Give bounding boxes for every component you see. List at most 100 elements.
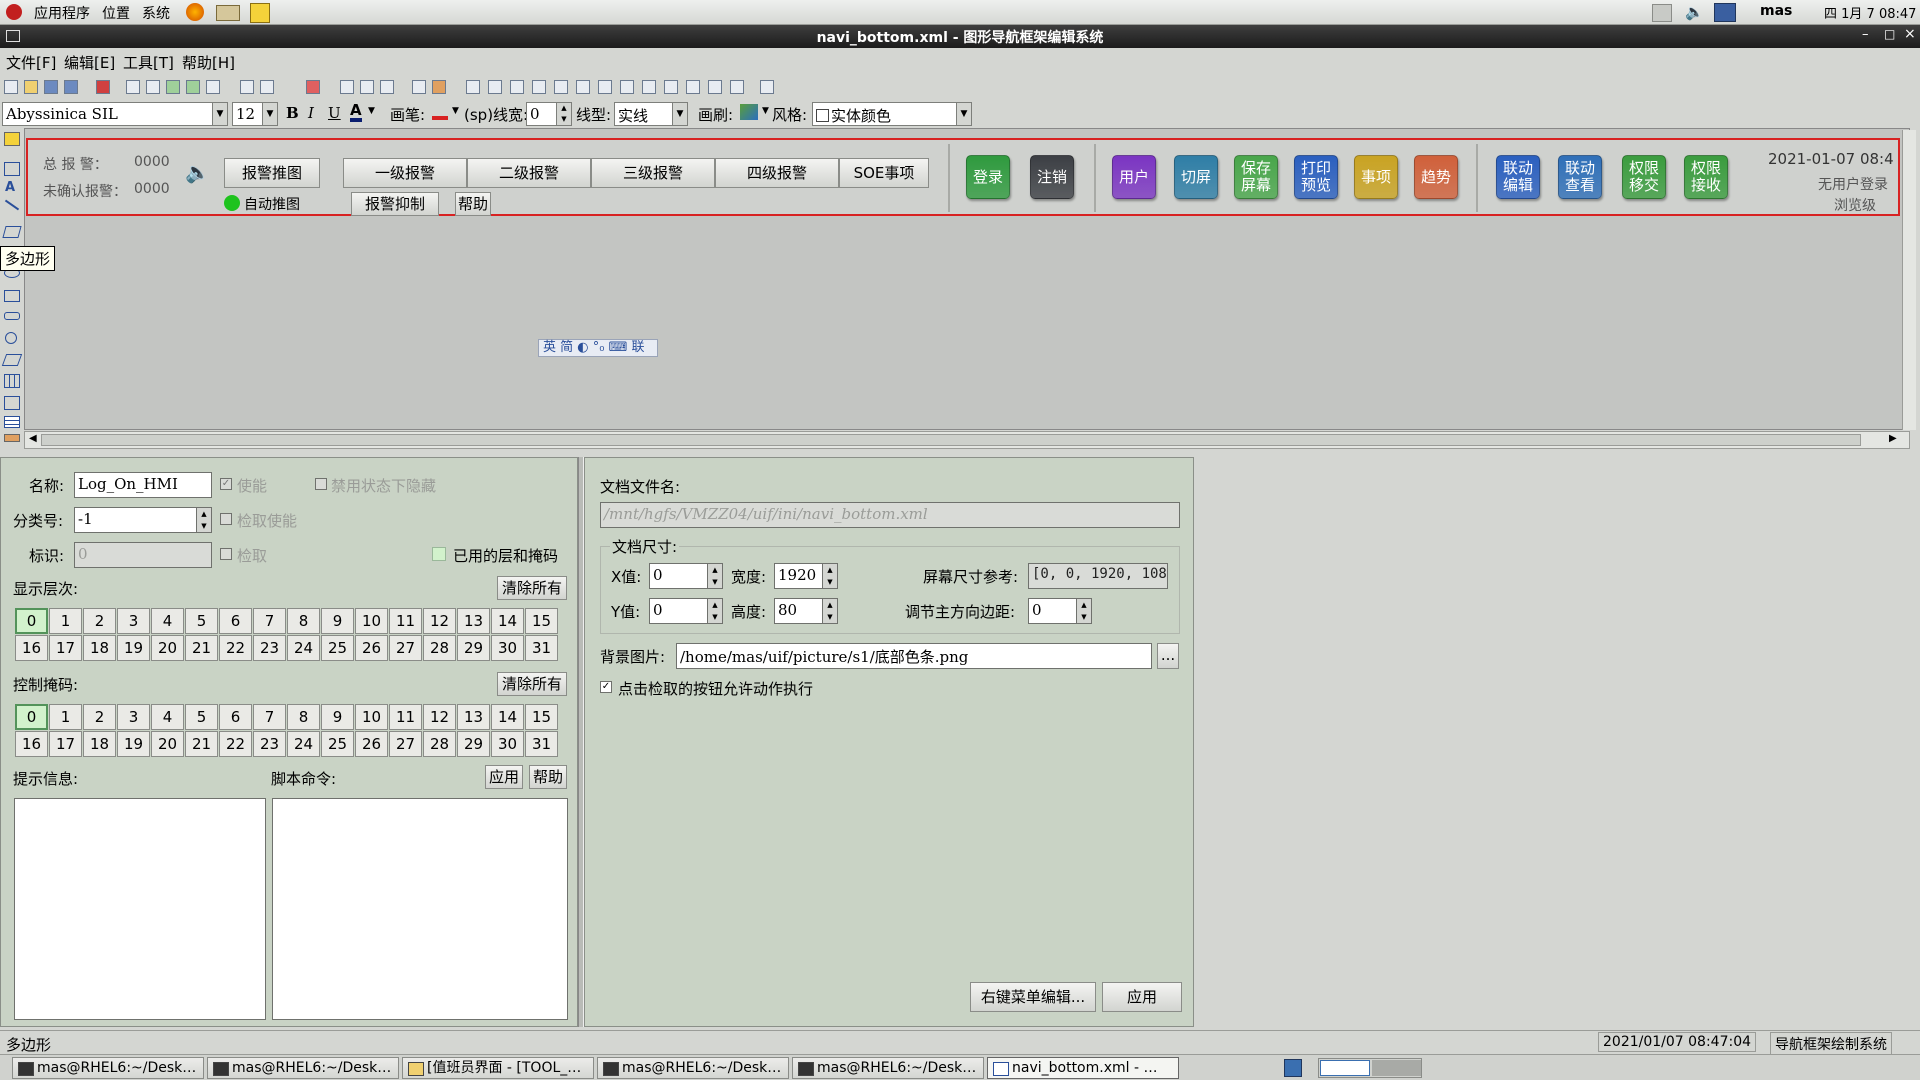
new-file-icon[interactable] [4,80,18,94]
mask-cell-30[interactable]: 30 [491,731,524,757]
table-tool-icon[interactable] [4,416,20,428]
underline-button[interactable]: U [328,104,341,122]
group-icon[interactable] [166,80,180,94]
task-operator-ui[interactable]: [值班员界面 - [TOOL_… [402,1057,594,1079]
script-help-button[interactable]: 帮助 [529,765,567,789]
show-desktop-icon[interactable] [1284,1059,1302,1077]
font-family-select[interactable]: Abyssinica SIL ▼ [2,102,228,126]
permission-receive-button[interactable]: 权限接收 [1684,155,1728,199]
context-menu-edit-button[interactable]: 右键菜单编辑... [970,982,1096,1012]
alarm-help-button[interactable]: 帮助 [455,192,491,216]
switch-screen-button[interactable]: 切屏 [1174,155,1218,199]
close-icon[interactable]: × [1904,26,1916,42]
volume-icon[interactable]: 🔈 [1685,3,1704,21]
spinner-arrows-icon[interactable]: ▲ ▼ [822,599,837,623]
layer-cell-23[interactable]: 23 [253,635,286,661]
mask-cell-31[interactable]: 31 [525,731,558,757]
events-button[interactable]: 事项 [1354,155,1398,199]
mask-cell-4[interactable]: 4 [151,704,184,730]
rectangle-tool-icon[interactable] [4,290,20,302]
line-tool-icon[interactable] [4,199,20,211]
canvas-horizontal-scrollbar[interactable]: ◀ ▶ [24,431,1910,449]
save-icon[interactable] [44,80,58,94]
fill-style-select[interactable]: 实体颜色 ▼ [812,102,972,126]
level3-alarm-button[interactable]: 三级报警 [591,158,715,188]
layer-cell-29[interactable]: 29 [457,635,490,661]
text-color-arrow-icon[interactable]: ▼ [368,106,375,116]
firefox-icon[interactable] [186,3,204,21]
mask-cell-3[interactable]: 3 [117,704,150,730]
layer-cell-4[interactable]: 4 [151,608,184,634]
mask-cell-23[interactable]: 23 [253,731,286,757]
layer-cell-11[interactable]: 11 [389,608,422,634]
mask-cell-18[interactable]: 18 [83,731,116,757]
layer-cell-13[interactable]: 13 [457,608,490,634]
alarm-push-button[interactable]: 报警推图 [224,158,320,188]
soe-events-button[interactable]: SOE事项 [839,158,929,188]
scrollbar-thumb[interactable] [41,434,1861,446]
clock[interactable]: 四 1月 7 08:47 [1824,3,1916,22]
notes-icon[interactable] [250,3,270,23]
alarm-suppress-button[interactable]: 报警抑制 [351,192,439,216]
mask-cell-5[interactable]: 5 [185,704,218,730]
canvas-vertical-scrollbar[interactable] [1902,130,1916,430]
task-terminal-4[interactable]: mas@RHEL6:~/Desk… [792,1057,984,1079]
script-command-textarea[interactable] [272,798,568,1020]
class-number-spinner[interactable]: -1 ▲ ▼ [74,507,212,533]
grid-icon[interactable] [412,80,426,94]
minimize-icon[interactable]: – [1862,27,1869,42]
task-terminal-3[interactable]: mas@RHEL6:~/Desk… [597,1057,789,1079]
hide-when-disabled-checkbox[interactable] [315,478,327,490]
workspace-1[interactable] [1320,1060,1370,1076]
layer-cell-21[interactable]: 21 [185,635,218,661]
layer-cell-20[interactable]: 20 [151,635,184,661]
mask-cell-14[interactable]: 14 [491,704,524,730]
scroll-right-icon[interactable]: ▶ [1889,433,1897,444]
layer-cell-9[interactable]: 9 [321,608,354,634]
apply-document-button[interactable]: 应用 [1102,982,1182,1012]
stop-icon[interactable] [96,80,110,94]
clear-mask-button[interactable]: 清除所有 [497,672,567,696]
user-name[interactable]: mas [1760,3,1792,19]
layer-cell-31[interactable]: 31 [525,635,558,661]
width-spinner[interactable]: 1920 ▲ ▼ [774,563,838,589]
name-input[interactable]: Log_On_HMI [74,472,212,498]
layer-cell-17[interactable]: 17 [49,635,82,661]
mask-cell-9[interactable]: 9 [321,704,354,730]
spinner-arrows-icon[interactable]: ▲ ▼ [707,564,722,588]
save-all-icon[interactable] [64,80,78,94]
text-tool-icon[interactable]: A [5,180,15,195]
redhat-logo-icon[interactable] [6,4,22,20]
mask-cell-0[interactable]: 0 [15,704,48,730]
text-color-icon[interactable]: A [350,102,362,122]
mask-cell-6[interactable]: 6 [219,704,252,730]
layer-cell-2[interactable]: 2 [83,608,116,634]
print-preview-button[interactable]: 打印预览 [1294,155,1338,199]
paste-icon[interactable] [146,80,160,94]
mask-cell-29[interactable]: 29 [457,731,490,757]
mask-cell-22[interactable]: 22 [219,731,252,757]
distribute-horizontal-icon[interactable] [598,80,612,94]
apply-script-button[interactable]: 应用 [485,765,523,789]
mask-cell-17[interactable]: 17 [49,731,82,757]
dropdown-arrow-icon[interactable]: ▼ [212,103,227,125]
speaker-icon[interactable]: 🔈 [185,160,210,184]
layer-cell-5[interactable]: 5 [185,608,218,634]
mask-cell-28[interactable]: 28 [423,731,456,757]
undo-icon[interactable] [240,80,254,94]
same-height-icon[interactable] [664,80,678,94]
pointer-tool-icon[interactable] [4,132,20,146]
menu-help[interactable]: 帮助[H] [182,52,235,73]
mask-cell-20[interactable]: 20 [151,731,184,757]
layer-cell-0[interactable]: 0 [15,608,48,634]
image-tool-icon[interactable] [4,162,20,176]
mask-cell-12[interactable]: 12 [423,704,456,730]
grid-tool-icon[interactable] [4,374,20,388]
polygon-tool-icon[interactable] [2,226,22,238]
trends-button[interactable]: 趋势 [1414,155,1458,199]
logout-button[interactable]: 注销 [1030,155,1074,199]
mask-cell-15[interactable]: 15 [525,704,558,730]
margin-spinner[interactable]: 0 ▲ ▼ [1028,598,1092,624]
layer-cell-16[interactable]: 16 [15,635,48,661]
component-tool-icon[interactable] [4,434,20,442]
